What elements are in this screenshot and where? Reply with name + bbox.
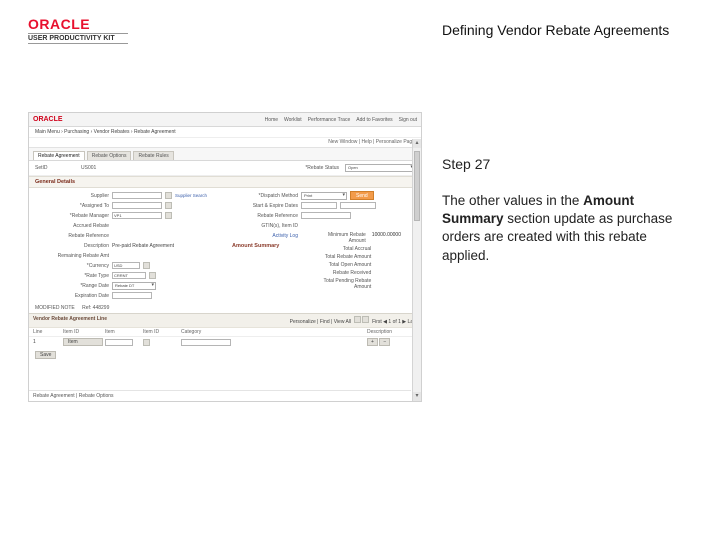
row-item-button[interactable]: Item	[63, 338, 103, 346]
ss-link-fav[interactable]: Add to Favorites	[356, 117, 392, 123]
modified-note-label: MODIFIED NOTE	[35, 305, 75, 311]
vl-title: Vendor Rebate Agreement Line	[33, 316, 107, 325]
vl-find[interactable]: Find	[320, 319, 330, 325]
supplier-label: Supplier	[43, 193, 109, 199]
rebate-mgr-input[interactable]: VP1	[112, 212, 162, 219]
description-value: Pre-paid Rebate Agreement	[112, 243, 174, 249]
col-desc: Description	[367, 329, 417, 335]
vl-personalize[interactable]: Personalize	[290, 319, 316, 325]
lookup-icon[interactable]	[143, 262, 150, 269]
add-row-button[interactable]: +	[367, 338, 378, 346]
rebate-status-label: *Rebate Status	[305, 165, 339, 171]
tab-rebate-agreement[interactable]: Rebate Agreement	[33, 151, 85, 160]
logo-brand: ORACLE	[28, 16, 422, 32]
embedded-screenshot: ORACLE Home Worklist Performance Trace A…	[28, 112, 422, 402]
lookup-icon[interactable]	[165, 212, 172, 219]
scroll-thumb[interactable]	[414, 151, 420, 221]
ss-link-worklist[interactable]: Worklist	[284, 117, 302, 123]
expiration-input[interactable]	[112, 292, 152, 299]
lookup-icon[interactable]	[165, 192, 172, 199]
rebate-received-label: Rebate Received	[319, 270, 371, 276]
row-desc-input[interactable]	[181, 339, 231, 346]
ref-input[interactable]	[301, 212, 351, 219]
save-button[interactable]: Save	[35, 351, 56, 359]
dispatch-select[interactable]: Print	[301, 192, 347, 200]
total-accrual-label: Total Accrual	[319, 246, 371, 252]
rebate-status-select[interactable]: Open	[345, 164, 415, 172]
send-button[interactable]: Send	[350, 191, 374, 200]
ss-tabs: Rebate Agreement Rebate Options Rebate R…	[29, 148, 421, 161]
scroll-down-icon[interactable]: ▾	[413, 392, 421, 401]
lookup-icon[interactable]	[149, 272, 156, 279]
dispatch-label: *Dispatch Method	[232, 193, 298, 199]
vertical-scrollbar[interactable]: ▴ ▾	[412, 139, 421, 401]
assigned-to-input[interactable]	[112, 202, 162, 209]
setid-label: SetID	[35, 165, 75, 171]
ss-link-signout[interactable]: Sign out	[399, 117, 417, 123]
vl-viewall[interactable]: View All	[334, 319, 351, 325]
pending-rebate-label: Total Pending Rebate Amount	[319, 278, 371, 290]
accrued-label: Accrued Rebate	[43, 223, 109, 229]
rate-type-label: *Rate Type	[43, 273, 109, 279]
scroll-up-icon[interactable]: ▴	[413, 139, 421, 148]
vl-nav[interactable]: First ◀ 1 of 1 ▶ Last	[372, 319, 417, 325]
oracle-logo: ORACLE USER PRODUCTIVITY KIT	[28, 16, 422, 44]
ref-number: Ref: 448299	[82, 305, 109, 311]
ref-label: Rebate Reference	[232, 213, 298, 219]
download-icon[interactable]	[362, 316, 369, 323]
remove-row-button[interactable]: −	[379, 338, 390, 346]
ss-breadcrumb: Main Menu › Purchasing › Vendor Rebates …	[29, 127, 421, 138]
dates-label: Start & Expire Dates	[232, 203, 298, 209]
currency-input[interactable]: USD	[112, 262, 140, 269]
description-label: Description	[43, 243, 109, 249]
lookup-icon[interactable]	[143, 339, 150, 346]
rate-type-input[interactable]: CRRNT	[112, 272, 146, 279]
range-date-label: *Range Date	[43, 283, 109, 289]
total-open-label: Total Open Amount	[319, 262, 371, 268]
row-line: 1	[33, 339, 61, 345]
remaining-label: Remaining Rebate Amt	[43, 253, 109, 259]
total-rebate-label: Total Rebate Amount	[319, 254, 371, 260]
col-itemid2: Item ID	[143, 329, 179, 335]
ss-oracle-logo: ORACLE	[33, 116, 63, 123]
grid-icon[interactable]	[354, 316, 361, 323]
ss-link-trace[interactable]: Performance Trace	[308, 117, 351, 123]
col-category: Category	[181, 329, 365, 335]
rebate-ref-label: Rebate Reference	[43, 233, 109, 239]
ss-link-home[interactable]: Home	[265, 117, 278, 123]
step-number: Step 27	[442, 156, 696, 172]
gtin-label: GTIN(s), Item ID	[232, 223, 298, 229]
col-line: Line	[33, 329, 61, 335]
row-item-input[interactable]	[105, 339, 133, 346]
min-rebate-value: 10000.00000	[372, 232, 401, 244]
expiration-label: Expiration Date	[43, 293, 109, 299]
supplier-input[interactable]	[112, 192, 162, 199]
footer-tabs[interactable]: Rebate Agreement | Rebate Options	[33, 393, 114, 399]
logo-subtitle: USER PRODUCTIVITY KIT	[28, 33, 128, 44]
ss-window-links[interactable]: New Window | Help | Personalize Page	[29, 138, 421, 148]
step-explanation: The other values in the Amount Summary s…	[442, 192, 696, 265]
assigned-to-label: *Assigned To	[43, 203, 109, 209]
supplier-search-link[interactable]: Supplier Search	[175, 193, 207, 198]
rebate-mgr-label: *Rebate Manager	[43, 213, 109, 219]
range-date-select[interactable]: Rebate DT	[112, 282, 156, 290]
expire-date-input[interactable]	[340, 202, 376, 209]
ss-top-links: Home Worklist Performance Trace Add to F…	[265, 117, 417, 123]
section-general-details: General Details	[29, 176, 421, 188]
lookup-icon[interactable]	[165, 202, 172, 209]
col-item: Item	[105, 329, 141, 335]
setid-value: US001	[81, 165, 96, 171]
tab-rebate-options[interactable]: Rebate Options	[87, 151, 132, 160]
tab-rebate-rules[interactable]: Rebate Rules	[133, 151, 173, 160]
start-date-input[interactable]	[301, 202, 337, 209]
col-itemid: Item ID	[63, 329, 103, 335]
currency-label: *Currency	[43, 263, 109, 269]
page-title: Defining Vendor Rebate Agreements	[442, 22, 696, 38]
min-rebate-label: Minimum Rebate Amount	[319, 232, 366, 244]
